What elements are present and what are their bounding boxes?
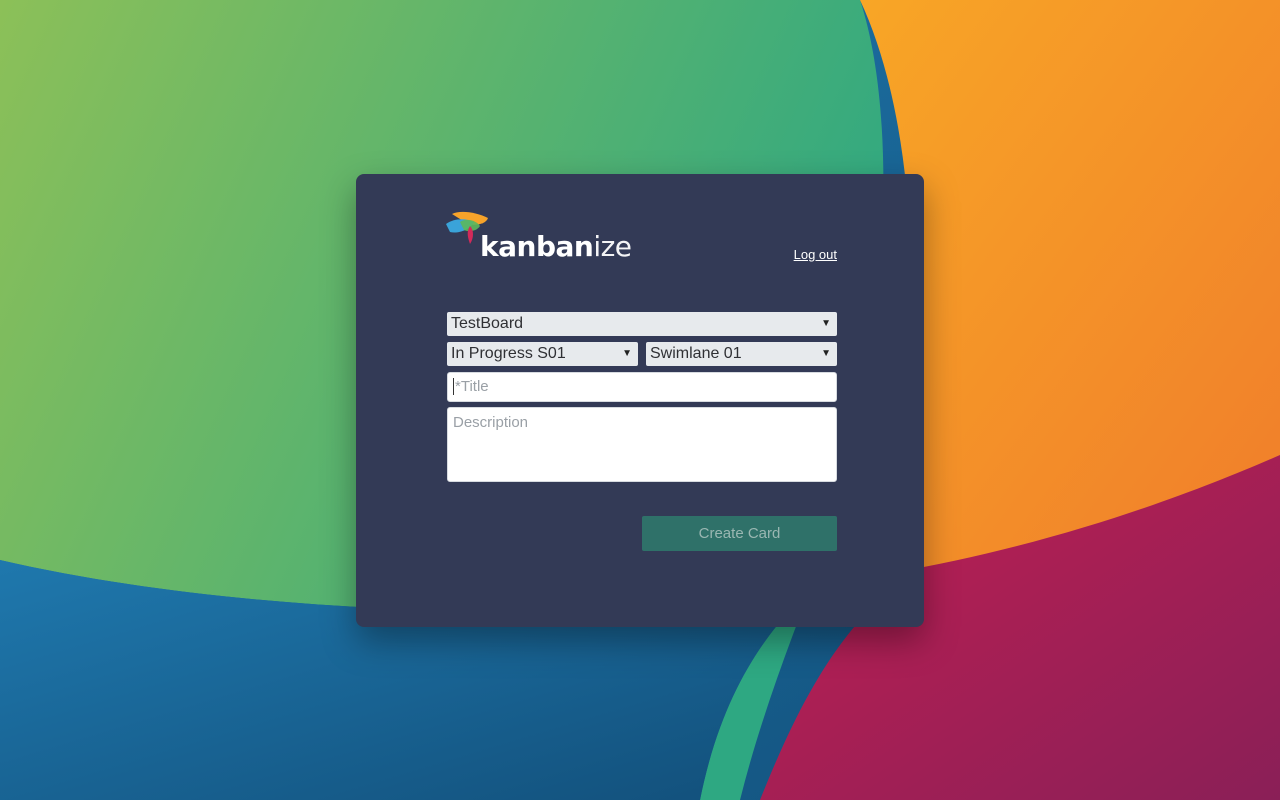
kanbanize-logo: kanbanize <box>446 210 636 266</box>
create-card-button[interactable]: Create Card <box>642 516 837 551</box>
description-textarea[interactable]: Description <box>447 407 837 482</box>
logo-text-bold: kanban <box>480 230 594 263</box>
description-placeholder: Description <box>453 414 529 431</box>
board-select[interactable]: TestBoard ▼ <box>447 312 837 336</box>
column-select-value: In Progress S01 <box>451 345 566 362</box>
create-card-panel: kanbanize Log out TestBoard ▼ In Progres… <box>356 174 924 627</box>
dropdown-arrow-icon: ▼ <box>622 348 632 359</box>
title-input[interactable]: *Title <box>447 372 837 402</box>
logout-link[interactable]: Log out <box>794 247 837 262</box>
dropdown-arrow-icon: ▼ <box>821 348 831 359</box>
logo-text-light: ize <box>593 230 632 263</box>
column-select[interactable]: In Progress S01 ▼ <box>447 342 638 366</box>
dropdown-arrow-icon: ▼ <box>821 318 831 329</box>
kanbanize-logo-text: kanbanize <box>480 230 632 264</box>
swimlane-select[interactable]: Swimlane 01 ▼ <box>646 342 837 366</box>
swimlane-select-value: Swimlane 01 <box>650 345 742 362</box>
text-caret <box>453 377 454 395</box>
board-select-value: TestBoard <box>451 315 524 332</box>
title-placeholder: *Title <box>455 378 489 395</box>
